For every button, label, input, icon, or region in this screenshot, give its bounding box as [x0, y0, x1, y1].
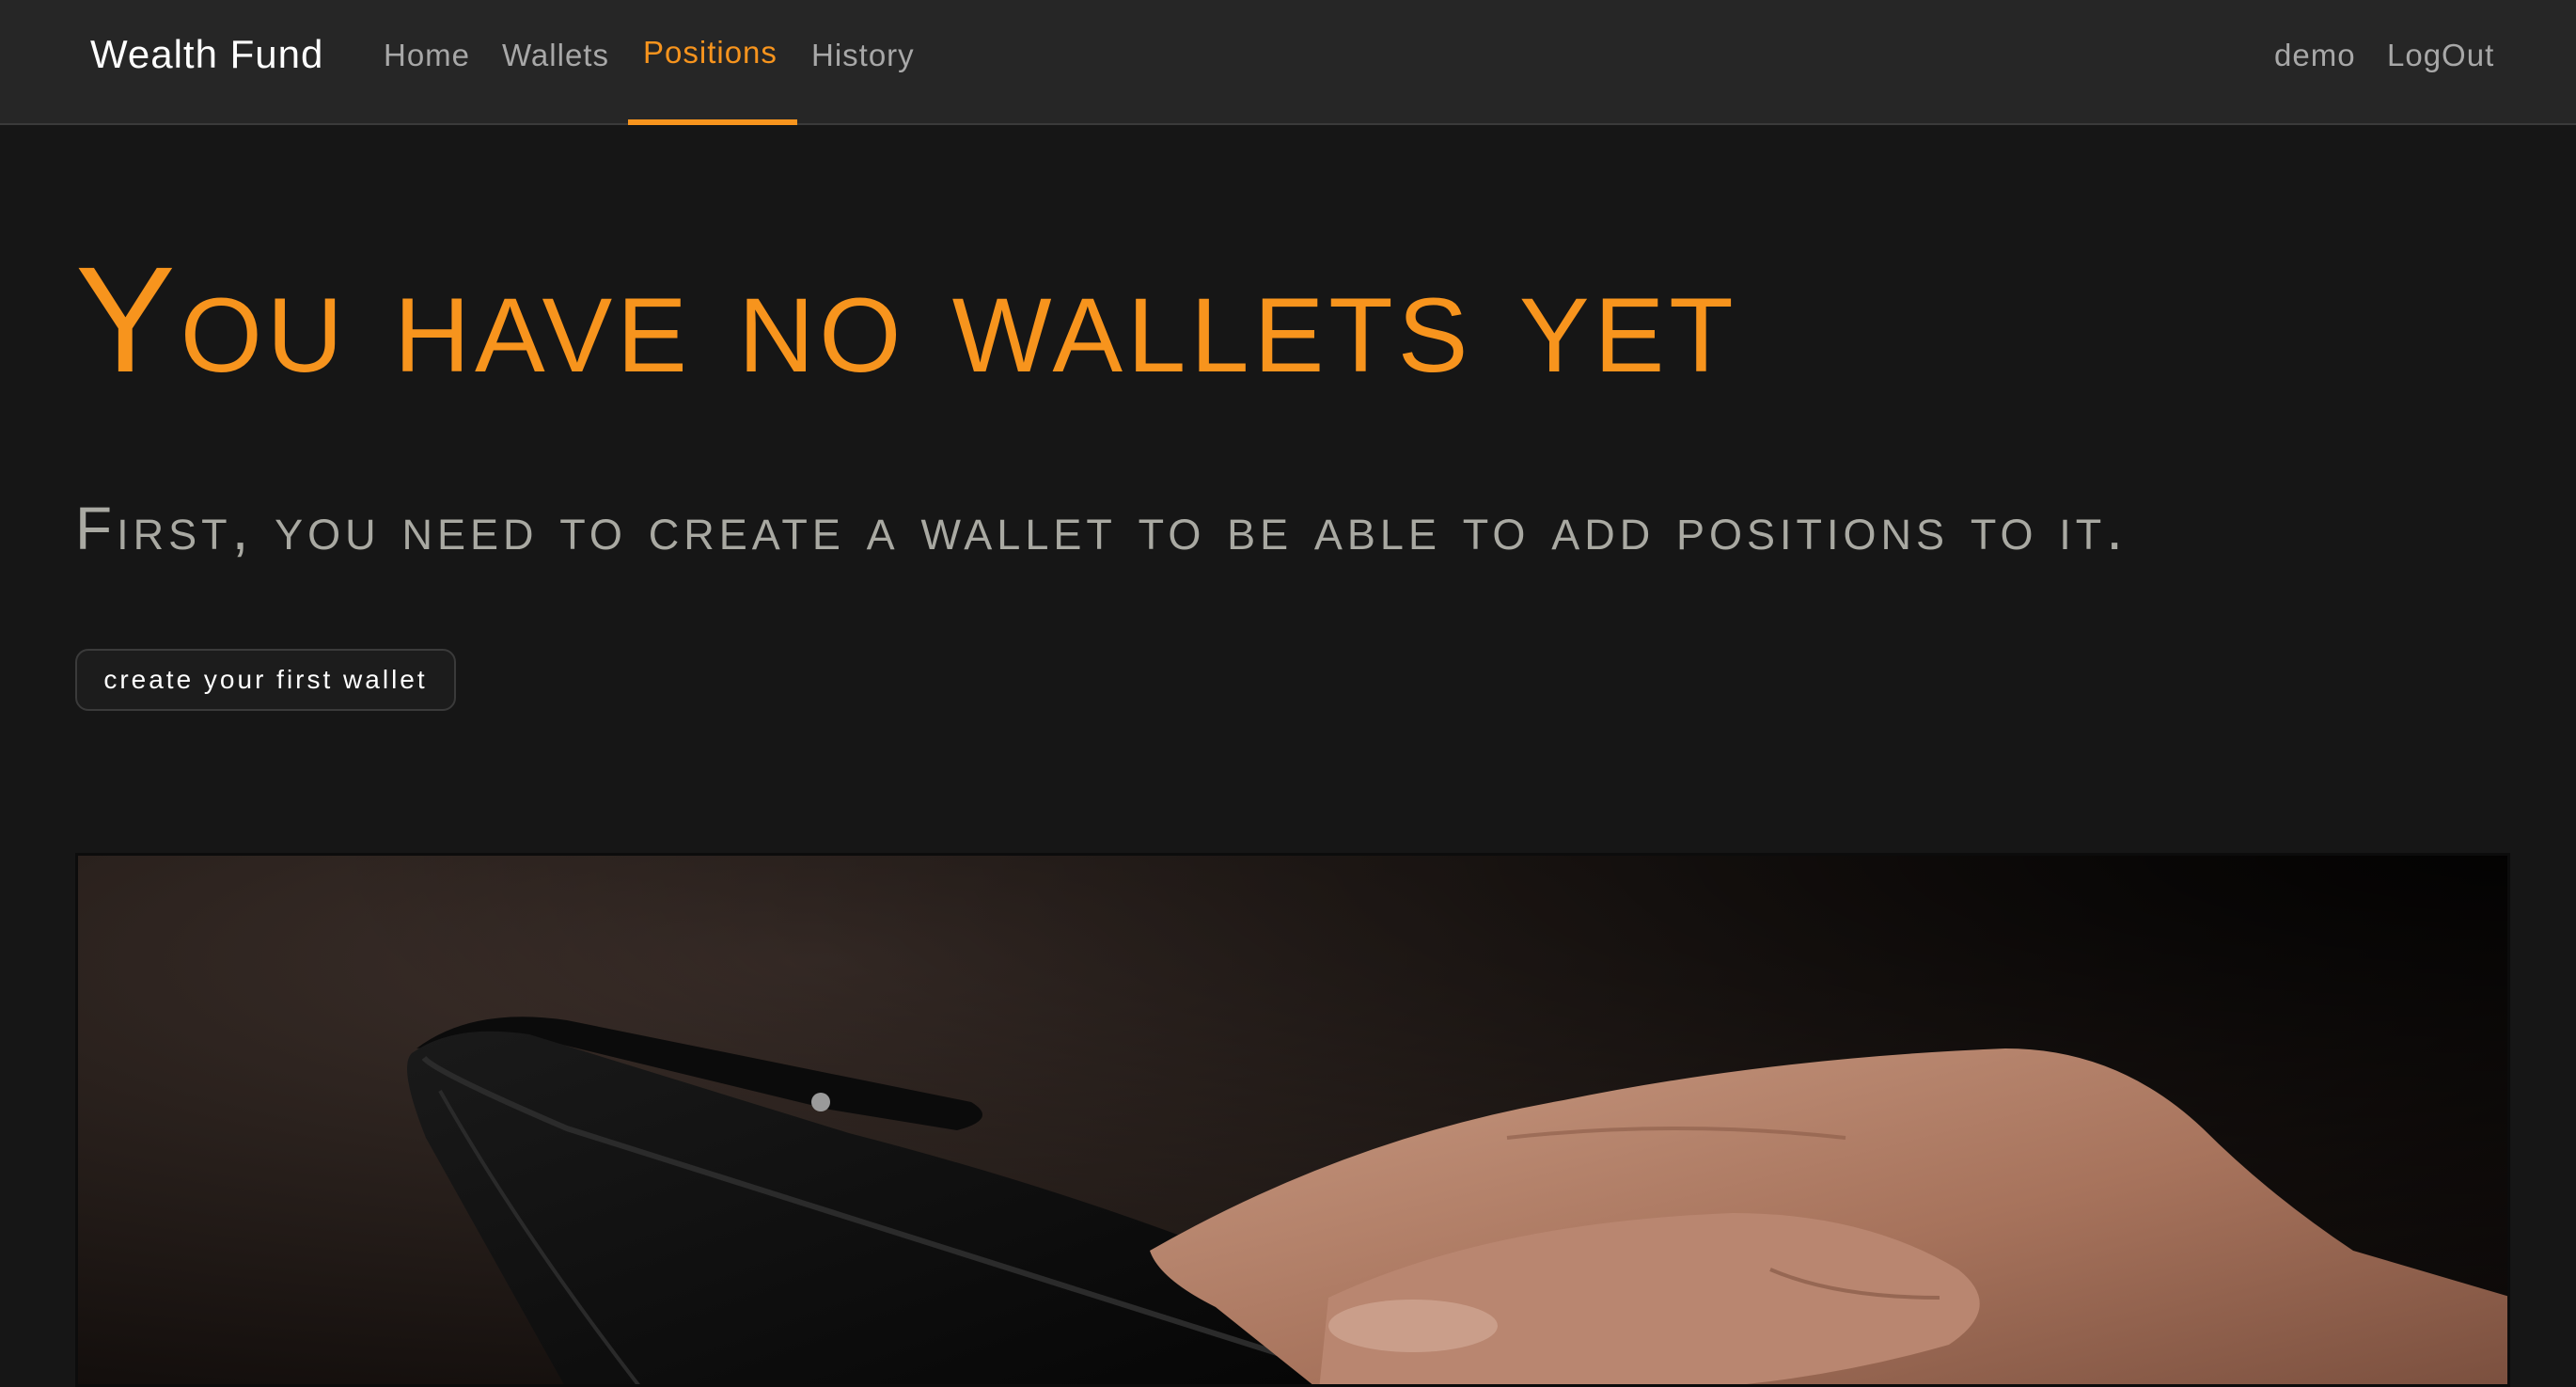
nav-link-positions[interactable]: Positions	[643, 31, 778, 74]
brand-logo-link[interactable]: Wealth Fund	[90, 28, 323, 81]
active-tab-indicator	[628, 119, 797, 125]
user-menu-link[interactable]: demo	[2274, 34, 2356, 77]
page-subtitle: First, you need to create a wallet to be…	[75, 495, 2128, 562]
empty-wallet-illustration	[78, 856, 2507, 1384]
nav-link-history[interactable]: History	[811, 34, 915, 77]
create-first-wallet-button[interactable]: create your first wallet	[75, 649, 456, 711]
nav-link-wallets[interactable]: Wallets	[502, 34, 609, 77]
logout-link[interactable]: LogOut	[2387, 34, 2494, 77]
nav-link-home[interactable]: Home	[384, 34, 470, 77]
page-title: You have no wallets yet	[75, 235, 1738, 403]
top-navbar: Wealth Fund Home Wallets Positions Histo…	[0, 0, 2576, 125]
empty-wallet-photo	[75, 853, 2510, 1387]
